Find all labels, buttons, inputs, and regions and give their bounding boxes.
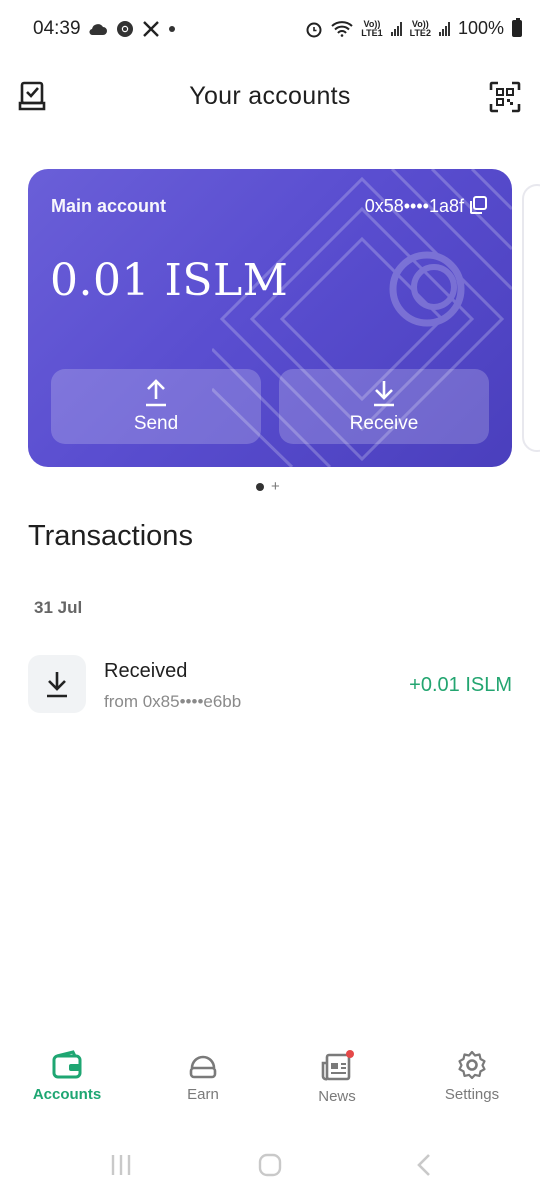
next-card-peek[interactable] [522,184,540,452]
send-label: Send [133,412,179,434]
nav-news[interactable]: News [277,1050,397,1105]
transaction-label: Received [104,660,188,682]
alarm-icon [306,22,322,37]
receive-button[interactable]: Receive [279,369,489,444]
receive-label: Receive [349,412,419,434]
gear-icon [458,1050,486,1080]
account-balance: 0.01 ISLM [50,255,289,306]
signal-bars-1-icon [390,21,402,36]
bottom-nav: Accounts Earn News Settings [0,1040,540,1120]
nav-earn[interactable]: Earn [143,1050,263,1103]
download-arrow-icon [374,380,394,406]
wallet-icon [52,1050,82,1079]
transaction-amount: +0.01 ISLM [409,674,512,696]
sim1-indicator: Vo)) LTE1 [361,18,383,38]
transactions-date-header: 31 Jul [34,598,83,617]
nav-accounts-label: Accounts [32,1086,102,1103]
earn-icon [189,1055,217,1079]
pager-dot-active [256,483,264,491]
transaction-row[interactable]: Received from 0x85••••e6bb +0.01 ISLM [28,654,512,716]
nav-settings-label: Settings [444,1086,500,1103]
account-name: Main account [51,196,167,216]
qr-scan-icon[interactable] [488,80,522,114]
status-bar: 04:39 Vo)) LTE1 Vo)) LTE2 100% [0,0,540,60]
chrome-icon [117,21,133,37]
add-account-icon[interactable]: + [271,479,280,494]
account-card[interactable]: Main account 0x58••••1a8f 0.01 ISLM Send… [28,169,512,467]
card-pager: + [256,479,280,494]
system-navigation-bar [0,1140,540,1200]
send-button[interactable]: Send [51,369,261,444]
cloud-icon [89,24,107,36]
wifi-icon [331,20,353,37]
upload-arrow-icon [146,378,166,406]
receive-transaction-icon [28,655,86,713]
news-unread-badge [346,1050,354,1058]
more-notifications-dot [169,26,175,32]
nav-settings[interactable]: Settings [412,1050,532,1103]
account-address: 0x58••••1a8f [364,196,464,216]
status-notification-icons [88,20,176,38]
battery-percent: 100% [457,18,504,38]
nav-news-label: News [318,1088,356,1105]
status-right-icons: Vo)) LTE1 Vo)) LTE2 100% [305,18,522,39]
recent-apps-icon[interactable] [108,1152,134,1178]
transaction-from: from 0x85••••e6bb [104,692,242,711]
copy-icon[interactable] [468,195,488,215]
nav-earn-label: Earn [187,1086,219,1103]
x-icon [143,21,159,37]
sim2-indicator: Vo)) LTE2 [409,18,431,38]
back-icon[interactable] [412,1152,438,1178]
status-time: 04:39 [33,18,81,39]
transactions-title: Transactions [28,520,193,552]
battery-icon [512,18,522,37]
home-icon[interactable] [257,1152,283,1178]
nav-accounts[interactable]: Accounts [7,1050,127,1103]
signal-bars-2-icon [438,21,450,36]
page-title: Your accounts [189,82,351,110]
